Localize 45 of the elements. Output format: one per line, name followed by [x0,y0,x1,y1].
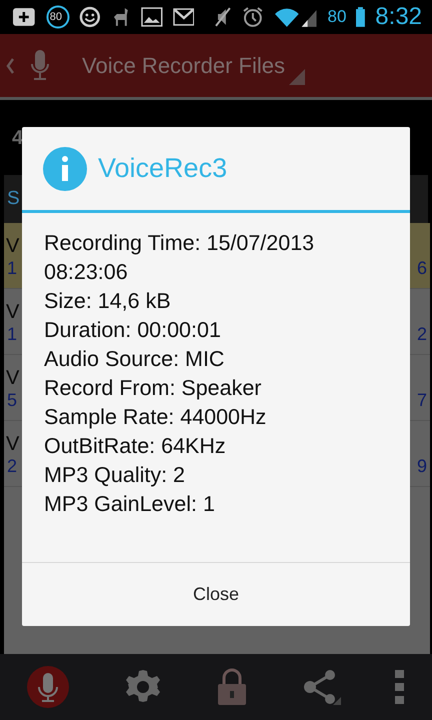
file-name: V [6,432,20,457]
detail-line: Recording Time: 15/07/2013 08:23:06 [44,230,316,286]
badge-count: 80 [50,10,62,24]
smiley-icon [79,6,102,28]
record-button[interactable] [26,665,70,709]
microphone-icon [28,48,52,82]
file-size: 6 [416,257,427,280]
battery-icon [356,7,366,27]
image-icon [140,7,163,27]
detail-line: Sample Rate: 44000Hz [44,404,268,431]
file-count: 4 [12,126,24,150]
alarm-icon [242,6,264,28]
llama-icon [111,6,131,28]
mail-icon [172,8,194,26]
add-icon [12,7,36,27]
detail-line: MP3 GainLevel: 1 [44,491,216,518]
dialog-title: VoiceRec3 [98,152,228,186]
file-size: 7 [416,389,427,412]
file-info: 1 [7,257,18,280]
detail-line: MP3 Quality: 2 [44,462,186,489]
lock-icon[interactable] [216,667,248,707]
section-label: S [7,186,20,211]
close-button[interactable]: Close [22,562,410,626]
detail-line: Duration: 00:00:01 [44,317,222,344]
mute-icon [214,6,232,28]
dropdown-corner-icon [288,69,305,85]
file-size: 2 [416,323,427,346]
file-info: 2 [7,455,18,478]
file-info: 1 [7,323,18,346]
clock-time: 8:32 [375,2,422,32]
detail-line: Audio Source: MIC [44,346,226,373]
file-info: 5 [7,389,18,412]
battery-level: 80 [327,6,346,28]
info-icon [43,146,87,190]
detail-line: Record From: Speaker [44,375,262,402]
overflow-menu-icon[interactable] [394,669,406,705]
wifi-signal-icon [274,6,318,28]
file-size: 9 [416,455,427,478]
detail-line: Size: 14,6 kB [44,288,172,315]
detail-line: OutBitRate: 64KHz [44,433,227,460]
file-name: V [6,300,20,325]
file-name: V [6,366,20,391]
file-name: V [6,234,20,259]
back-caret-icon[interactable] [6,58,14,74]
ring-icon [46,5,70,29]
